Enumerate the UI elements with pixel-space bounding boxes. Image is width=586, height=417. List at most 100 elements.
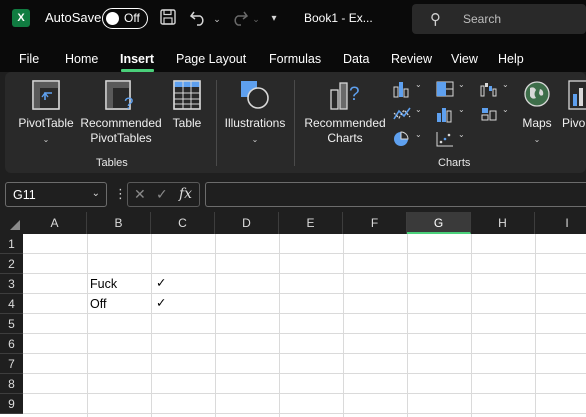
hierarchy-chart-icon [435, 81, 455, 102]
gridline [23, 413, 586, 414]
dropdown-icon: ⌄ [502, 80, 509, 89]
search-box[interactable]: ⚲ Search [412, 4, 586, 34]
dropdown-icon: ⌄ [502, 105, 509, 114]
cell-b4[interactable]: Off [90, 297, 106, 311]
column-header-a[interactable]: A [23, 212, 87, 234]
tables-group-label: Tables [96, 157, 128, 169]
excel-logo-icon: X [12, 9, 30, 27]
column-header-c[interactable]: C [151, 212, 215, 234]
cancel-icon[interactable]: ✕ [134, 186, 146, 203]
waterfall-chart-button[interactable]: ⌄ [479, 80, 513, 100]
row-header-8[interactable]: 8 [0, 374, 23, 394]
pivottable-label: PivotTable [18, 116, 74, 130]
tab-insert[interactable]: Insert [120, 52, 154, 66]
dropdown-icon: ⌄ [415, 80, 422, 89]
ribbon-panel: PivotTable ⌄ ? Recommended PivotTables T… [5, 72, 586, 173]
scatter-chart-button[interactable]: ⌄ [435, 130, 469, 150]
insert-function-icon[interactable]: fx [179, 186, 192, 202]
statistic-chart-icon [479, 108, 499, 127]
maps-label: Maps [522, 116, 552, 130]
chevron-down-icon[interactable]: ⌄ [92, 188, 100, 199]
formula-actions: ✕ ✓ fx [127, 182, 200, 207]
save-icon[interactable] [158, 8, 178, 30]
redo-icon[interactable] [228, 8, 250, 30]
column-chart-button[interactable]: ⌄ [392, 80, 426, 100]
recommended-pivottables-button[interactable]: ? Recommended PivotTables [79, 80, 163, 146]
gridline [151, 234, 152, 417]
formula-input[interactable] [205, 182, 586, 207]
enter-icon[interactable]: ✓ [156, 186, 168, 203]
tab-file[interactable]: File [19, 52, 39, 66]
bar-chart-button[interactable]: ⌄ [435, 105, 469, 125]
line-chart-icon [392, 107, 412, 127]
row-header-4[interactable]: 4 [0, 294, 23, 314]
cell-c4[interactable]: ✓ [156, 295, 166, 310]
column-header-b[interactable]: B [87, 212, 151, 234]
gridline [23, 373, 586, 374]
row-header-5[interactable]: 5 [0, 314, 23, 334]
document-title: Book1 - Ex... [304, 11, 373, 25]
recommended-charts-label-line1: Recommended [304, 116, 386, 130]
pivotchart-button[interactable]: Pivo [562, 80, 586, 131]
gridline [23, 273, 586, 274]
cell-c3[interactable]: ✓ [156, 275, 166, 290]
column-header-g[interactable]: G [407, 212, 471, 234]
row-header-2[interactable]: 2 [0, 254, 23, 274]
column-header-i[interactable]: I [535, 212, 586, 234]
row-header-3[interactable]: 3 [0, 274, 23, 294]
name-box[interactable]: G11 ⌄ [5, 182, 107, 207]
search-icon: ⚲ [430, 11, 441, 28]
autosave-toggle[interactable]: Off [102, 8, 148, 29]
illustrations-button[interactable]: Illustrations ⌄ [221, 80, 289, 147]
pie-chart-button[interactable]: ⌄ [392, 130, 426, 150]
row-header-6[interactable]: 6 [0, 334, 23, 354]
column-header-e[interactable]: E [279, 212, 343, 234]
illustrations-label: Illustrations [224, 116, 286, 130]
dropdown-icon: ⌄ [458, 80, 465, 89]
gridline [279, 234, 280, 417]
tab-formulas[interactable]: Formulas [269, 52, 321, 66]
column-header-h[interactable]: H [471, 212, 535, 234]
undo-icon[interactable] [188, 8, 210, 30]
row-header-7[interactable]: 7 [0, 354, 23, 374]
gridline [23, 333, 586, 334]
recommended-pivottables-label-line2: PivotTables [90, 131, 152, 145]
ribbon-separator [216, 80, 217, 166]
table-icon [168, 80, 206, 114]
column-header-d[interactable]: D [215, 212, 279, 234]
cell-b3[interactable]: Fuck [90, 277, 117, 291]
pie-chart-icon [392, 131, 412, 152]
recommended-pivottables-label-line1: Recommended [80, 116, 162, 130]
hierarchy-chart-button[interactable]: ⌄ [435, 80, 469, 100]
recommended-charts-button[interactable]: ? Recommended Charts [302, 80, 388, 146]
table-button[interactable]: Table [168, 80, 206, 131]
tab-page-layout[interactable]: Page Layout [176, 52, 246, 66]
tab-view[interactable]: View [451, 52, 478, 66]
illustrations-dropdown-icon: ⌄ [251, 135, 259, 144]
gridline [23, 293, 586, 294]
tab-review[interactable]: Review [391, 52, 432, 66]
tab-data[interactable]: Data [343, 52, 369, 66]
more-options-icon[interactable]: ⋮ [114, 186, 127, 202]
name-box-value: G11 [13, 188, 36, 202]
customize-toolbar-icon[interactable]: ▾ [268, 8, 280, 30]
autosave-label: AutoSave [45, 10, 102, 25]
gridline [23, 253, 586, 254]
statistic-chart-button[interactable]: ⌄ [479, 105, 513, 125]
undo-dropdown-icon[interactable]: ⌄ [212, 8, 222, 30]
redo-dropdown-icon[interactable]: ⌄ [251, 8, 261, 30]
row-header-1[interactable]: 1 [0, 234, 23, 254]
gridline [215, 234, 216, 417]
pivottable-button[interactable]: PivotTable ⌄ [15, 80, 77, 147]
maps-button[interactable]: Maps ⌄ [519, 80, 555, 147]
gridline [407, 234, 408, 417]
gridline [535, 234, 536, 417]
select-all-button[interactable] [0, 212, 23, 234]
column-header-f[interactable]: F [343, 212, 407, 234]
line-chart-button[interactable]: ⌄ [392, 105, 426, 125]
tab-home[interactable]: Home [65, 52, 98, 66]
worksheet-grid[interactable]: A B C D E F G H I 1 2 3 4 5 6 7 8 9 Fuck… [0, 212, 586, 417]
tab-help[interactable]: Help [498, 52, 524, 66]
ribbon-separator [294, 80, 295, 166]
row-header-9[interactable]: 9 [0, 394, 23, 414]
